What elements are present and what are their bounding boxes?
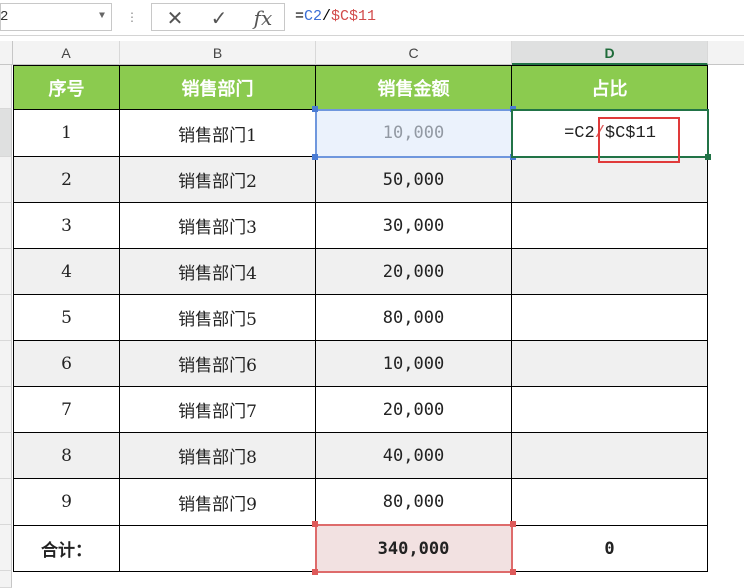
handle-tl[interactable] (312, 106, 318, 112)
cell-ratio[interactable] (512, 479, 708, 526)
row-header-9[interactable] (0, 433, 12, 479)
formula-buttons: ✕ ✓ fx (151, 3, 285, 31)
name-box-value: 2 (0, 9, 9, 25)
cell-department[interactable]: 销售部门8 (120, 433, 316, 479)
cell-index[interactable]: 5 (14, 295, 120, 341)
cell-amount[interactable]: 30,000 (316, 203, 512, 249)
cell-index[interactable]: 3 (14, 203, 120, 249)
column-header-b[interactable]: B (120, 41, 316, 65)
cell-index[interactable]: 1 (14, 110, 120, 157)
header-amount[interactable]: 销售金额 (316, 66, 512, 110)
cell-index[interactable]: 8 (14, 433, 120, 479)
cell-department[interactable]: 销售部门1 (120, 110, 316, 157)
cell-ratio[interactable] (512, 387, 708, 433)
handle-bl[interactable] (312, 154, 318, 160)
cell-department[interactable]: 销售部门5 (120, 295, 316, 341)
cell-ratio[interactable] (512, 433, 708, 479)
formula-equals: = (295, 8, 305, 25)
cell-department[interactable]: 销售部门3 (120, 203, 316, 249)
row-header-6[interactable] (0, 295, 12, 341)
fill-handle[interactable] (705, 154, 711, 160)
cell-department[interactable]: 销售部门4 (120, 249, 316, 295)
formula-ref-c2: C2 (304, 8, 323, 25)
row-header-3[interactable] (0, 157, 12, 203)
header-index[interactable]: 序号 (14, 66, 120, 110)
handle-c11-tr[interactable] (510, 521, 516, 527)
cell-index[interactable]: 4 (14, 249, 120, 295)
more-options-icon[interactable]: ⋮ (126, 8, 138, 26)
formula-divide: / (322, 8, 332, 25)
enter-icon[interactable]: ✓ (204, 5, 234, 31)
cell-amount[interactable]: 10,000 (316, 341, 512, 387)
cell-department[interactable]: 销售部门9 (120, 479, 316, 526)
column-header-d[interactable]: D (512, 41, 708, 65)
cell-ratio[interactable] (512, 341, 708, 387)
row-header-8[interactable] (0, 387, 12, 433)
row-header-4[interactable] (0, 203, 12, 249)
total-ratio[interactable]: 0 (512, 526, 708, 572)
formula-ref-c11: $C$11 (331, 8, 377, 25)
row-header-7[interactable] (0, 341, 12, 387)
cell-index[interactable]: 2 (14, 157, 120, 203)
editing-ref-c2: =C2 (564, 124, 595, 143)
column-header-a[interactable]: A (13, 41, 120, 65)
cell-index[interactable]: 7 (14, 387, 120, 433)
cell-department[interactable]: 销售部门6 (120, 341, 316, 387)
select-all-corner[interactable] (0, 41, 13, 65)
reference-highlight-c2 (315, 109, 513, 158)
row-header-12[interactable] (0, 571, 12, 588)
cell-ratio[interactable] (512, 249, 708, 295)
formula-input[interactable]: =C2/$C$11 (289, 3, 744, 31)
cell-amount[interactable]: 50,000 (316, 157, 512, 203)
cell-amount[interactable]: 80,000 (316, 479, 512, 526)
row-header-5[interactable] (0, 249, 12, 295)
chevron-down-icon[interactable]: ▼ (99, 4, 105, 30)
cell-amount[interactable]: 20,000 (316, 387, 512, 433)
cancel-icon[interactable]: ✕ (160, 5, 190, 31)
cell-amount[interactable]: 80,000 (316, 295, 512, 341)
cell-amount[interactable]: 20,000 (316, 249, 512, 295)
cell-department[interactable]: 销售部门7 (120, 387, 316, 433)
cell-ratio[interactable] (512, 295, 708, 341)
cell-index[interactable]: 9 (14, 479, 120, 526)
row-header-11[interactable] (0, 525, 12, 571)
fx-icon[interactable]: fx (248, 5, 278, 31)
handle-c11-tl[interactable] (312, 521, 318, 527)
handle-c11-bl[interactable] (312, 569, 318, 575)
column-header-c[interactable]: C (316, 41, 512, 65)
cell-department[interactable]: 销售部门2 (120, 157, 316, 203)
total-label[interactable]: 合计： (14, 526, 120, 572)
handle-c11-br[interactable] (510, 569, 516, 575)
row-header-2[interactable] (0, 109, 12, 157)
reference-highlight-c11 (315, 524, 513, 573)
row-header-10[interactable] (0, 479, 12, 525)
header-ratio[interactable]: 占比 (512, 66, 708, 110)
column-header-e[interactable] (708, 41, 744, 65)
row-header-1[interactable] (0, 65, 12, 109)
cell-ratio[interactable] (512, 157, 708, 203)
annotation-box (598, 117, 680, 163)
name-box[interactable]: 2 ▼ (0, 3, 112, 31)
total-empty-cell[interactable] (120, 526, 316, 572)
cell-ratio[interactable] (512, 203, 708, 249)
cell-index[interactable]: 6 (14, 341, 120, 387)
cell-amount[interactable]: 40,000 (316, 433, 512, 479)
header-department[interactable]: 销售部门 (120, 66, 316, 110)
